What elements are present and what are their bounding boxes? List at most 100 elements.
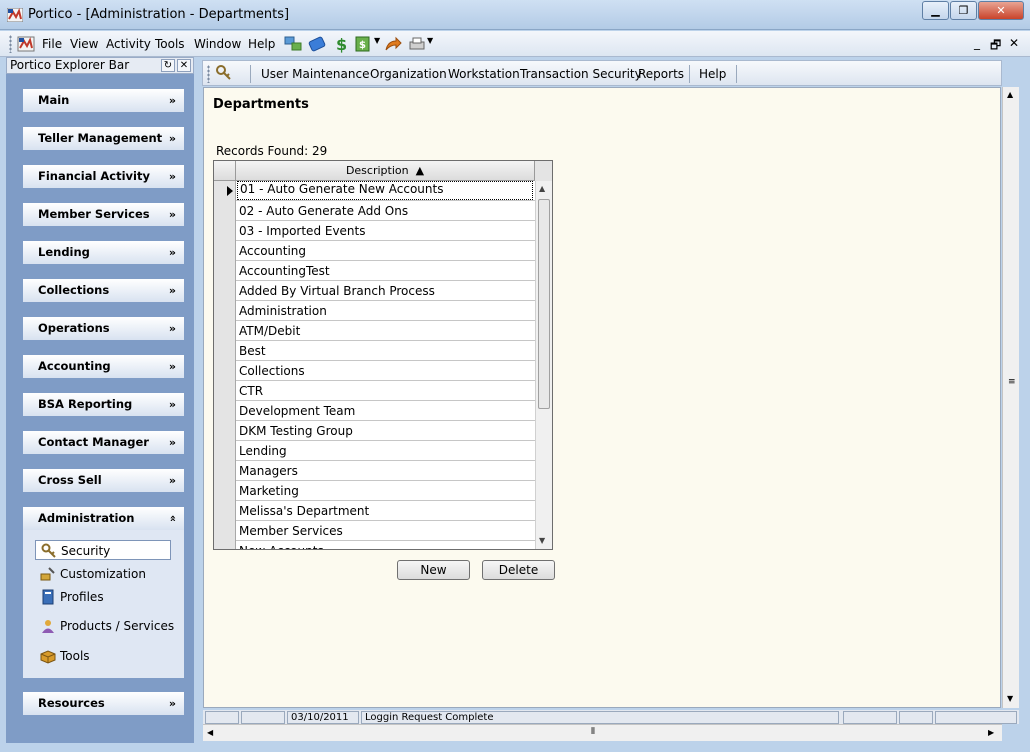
portico-menu-icon[interactable] xyxy=(17,35,35,53)
table-row[interactable]: Collections xyxy=(214,361,535,381)
task-tools[interactable]: Tools xyxy=(35,646,90,666)
dollar-icon[interactable]: $ xyxy=(332,35,350,53)
group-bsa-reporting[interactable]: BSA Reporting » xyxy=(23,393,184,416)
task-customization[interactable]: Customization xyxy=(35,564,146,584)
row-selector[interactable] xyxy=(214,261,236,281)
table-row[interactable]: 03 - Imported Events xyxy=(214,221,535,241)
scroll-thumb[interactable] xyxy=(538,199,550,409)
row-selector[interactable] xyxy=(214,481,236,501)
group-teller-management[interactable]: Teller Management » xyxy=(23,127,184,150)
page-vertical-scrollbar[interactable]: ▲ ≡ ▼ xyxy=(1002,87,1019,708)
explorer-close-icon[interactable]: ✕ xyxy=(177,59,191,72)
menu-tools[interactable]: Tools xyxy=(155,37,185,51)
menu-transaction-security[interactable]: Transaction Security xyxy=(520,67,642,81)
row-selector[interactable] xyxy=(214,201,236,221)
table-row[interactable]: Managers xyxy=(214,461,535,481)
task-security[interactable]: Security xyxy=(35,540,171,560)
menu-help[interactable]: Help xyxy=(699,67,726,81)
delete-button[interactable]: Delete xyxy=(482,560,555,580)
scroll-up-arrow-icon[interactable]: ▲ xyxy=(1007,90,1013,99)
menu-workstation[interactable]: Workstation xyxy=(448,67,520,81)
group-resources[interactable]: Resources » xyxy=(23,692,184,715)
menu-activity[interactable]: Activity xyxy=(106,37,151,51)
table-row[interactable]: Marketing xyxy=(214,481,535,501)
toolbar-grip[interactable] xyxy=(207,65,210,83)
scroll-up-arrow-icon[interactable]: ▲ xyxy=(539,184,545,193)
row-selector[interactable] xyxy=(214,421,236,441)
refresh-icon[interactable]: ↻ xyxy=(161,59,175,72)
menu-help[interactable]: Help xyxy=(248,37,275,51)
scroll-down-arrow-icon[interactable]: ▼ xyxy=(1007,694,1013,703)
group-main[interactable]: Main » xyxy=(23,89,184,112)
forward-arrow-icon[interactable] xyxy=(384,35,402,53)
scroll-grip-icon[interactable]: ⦀ xyxy=(591,727,595,737)
table-row[interactable]: CTR xyxy=(214,381,535,401)
table-row[interactable]: Best xyxy=(214,341,535,361)
row-selector[interactable] xyxy=(214,441,236,461)
row-selector[interactable] xyxy=(214,221,236,241)
table-row[interactable]: Member Services xyxy=(214,521,535,541)
row-selector[interactable] xyxy=(214,181,236,201)
scroll-left-arrow-icon[interactable]: ◀ xyxy=(207,728,213,737)
task-products-services[interactable]: Products / Services xyxy=(35,616,174,636)
scroll-down-arrow-icon[interactable]: ▼ xyxy=(539,536,545,545)
group-collections[interactable]: Collections » xyxy=(23,279,184,302)
row-selector[interactable] xyxy=(214,341,236,361)
row-selector[interactable] xyxy=(214,521,236,541)
group-member-services[interactable]: Member Services » xyxy=(23,203,184,226)
table-row[interactable]: 02 - Auto Generate Add Ons xyxy=(214,201,535,221)
table-row[interactable]: New Accounts xyxy=(214,541,535,549)
card-icon[interactable] xyxy=(308,35,326,53)
group-contact-manager[interactable]: Contact Manager » xyxy=(23,431,184,454)
mdi-close-button[interactable]: ✕ xyxy=(1009,36,1019,50)
task-profiles[interactable]: Profiles xyxy=(35,587,104,607)
group-lending[interactable]: Lending » xyxy=(23,241,184,264)
group-administration[interactable]: Administration » xyxy=(23,507,184,530)
group-cross-sell[interactable]: Cross Sell » xyxy=(23,469,184,492)
menu-file[interactable]: File xyxy=(42,37,62,51)
scroll-right-arrow-icon[interactable]: ▶ xyxy=(988,728,994,737)
grid-vertical-scrollbar[interactable]: ▲ ▼ xyxy=(535,181,552,549)
row-selector[interactable] xyxy=(214,241,236,261)
row-selector[interactable] xyxy=(214,301,236,321)
row-selector[interactable] xyxy=(214,321,236,341)
network-icon[interactable] xyxy=(284,35,302,53)
menu-organization[interactable]: Organization xyxy=(370,67,447,81)
toolbar-grip[interactable] xyxy=(9,35,12,53)
row-selector[interactable] xyxy=(214,401,236,421)
group-operations[interactable]: Operations » xyxy=(23,317,184,340)
column-header-description[interactable]: Description ▲ xyxy=(236,161,535,181)
row-selector[interactable] xyxy=(214,281,236,301)
chevron-down-icon[interactable]: ▼ xyxy=(374,36,380,45)
table-row[interactable]: ATM/Debit xyxy=(214,321,535,341)
mdi-restore-button[interactable]: 🗗 xyxy=(990,36,1001,57)
table-row[interactable]: Added By Virtual Branch Process xyxy=(214,281,535,301)
table-row[interactable]: Development Team xyxy=(214,401,535,421)
row-selector[interactable] xyxy=(214,361,236,381)
chevron-down-icon[interactable]: ▼ xyxy=(427,36,433,45)
group-financial-activity[interactable]: Financial Activity » xyxy=(23,165,184,188)
table-row[interactable]: 01 - Auto Generate New Accounts xyxy=(214,181,535,201)
table-row[interactable]: DKM Testing Group xyxy=(214,421,535,441)
menu-view[interactable]: View xyxy=(70,37,98,51)
minimize-button[interactable]: ▁ xyxy=(922,1,949,20)
menu-reports[interactable]: Reports xyxy=(638,67,684,81)
table-row[interactable]: Melissa's Department xyxy=(214,501,535,521)
menu-window[interactable]: Window xyxy=(194,37,241,51)
menu-user-maintenance[interactable]: User Maintenance xyxy=(261,67,369,81)
mdi-minimize-button[interactable]: _ xyxy=(974,36,980,50)
maximize-button[interactable]: ❐ xyxy=(950,1,977,20)
table-row[interactable]: Lending xyxy=(214,441,535,461)
row-selector[interactable] xyxy=(214,541,236,549)
scroll-grip-icon[interactable]: ≡ xyxy=(1008,377,1016,387)
new-button[interactable]: New xyxy=(397,560,470,580)
cash-drawer-icon[interactable]: $ xyxy=(354,35,372,53)
printer-icon[interactable] xyxy=(408,35,426,53)
page-horizontal-scrollbar[interactable]: ◀ ⦀ ▶ xyxy=(203,724,1002,741)
table-row[interactable]: AccountingTest xyxy=(214,261,535,281)
row-selector[interactable] xyxy=(214,461,236,481)
row-selector[interactable] xyxy=(214,381,236,401)
group-accounting[interactable]: Accounting » xyxy=(23,355,184,378)
row-selector[interactable] xyxy=(214,501,236,521)
close-button[interactable]: ✕ xyxy=(978,1,1024,20)
